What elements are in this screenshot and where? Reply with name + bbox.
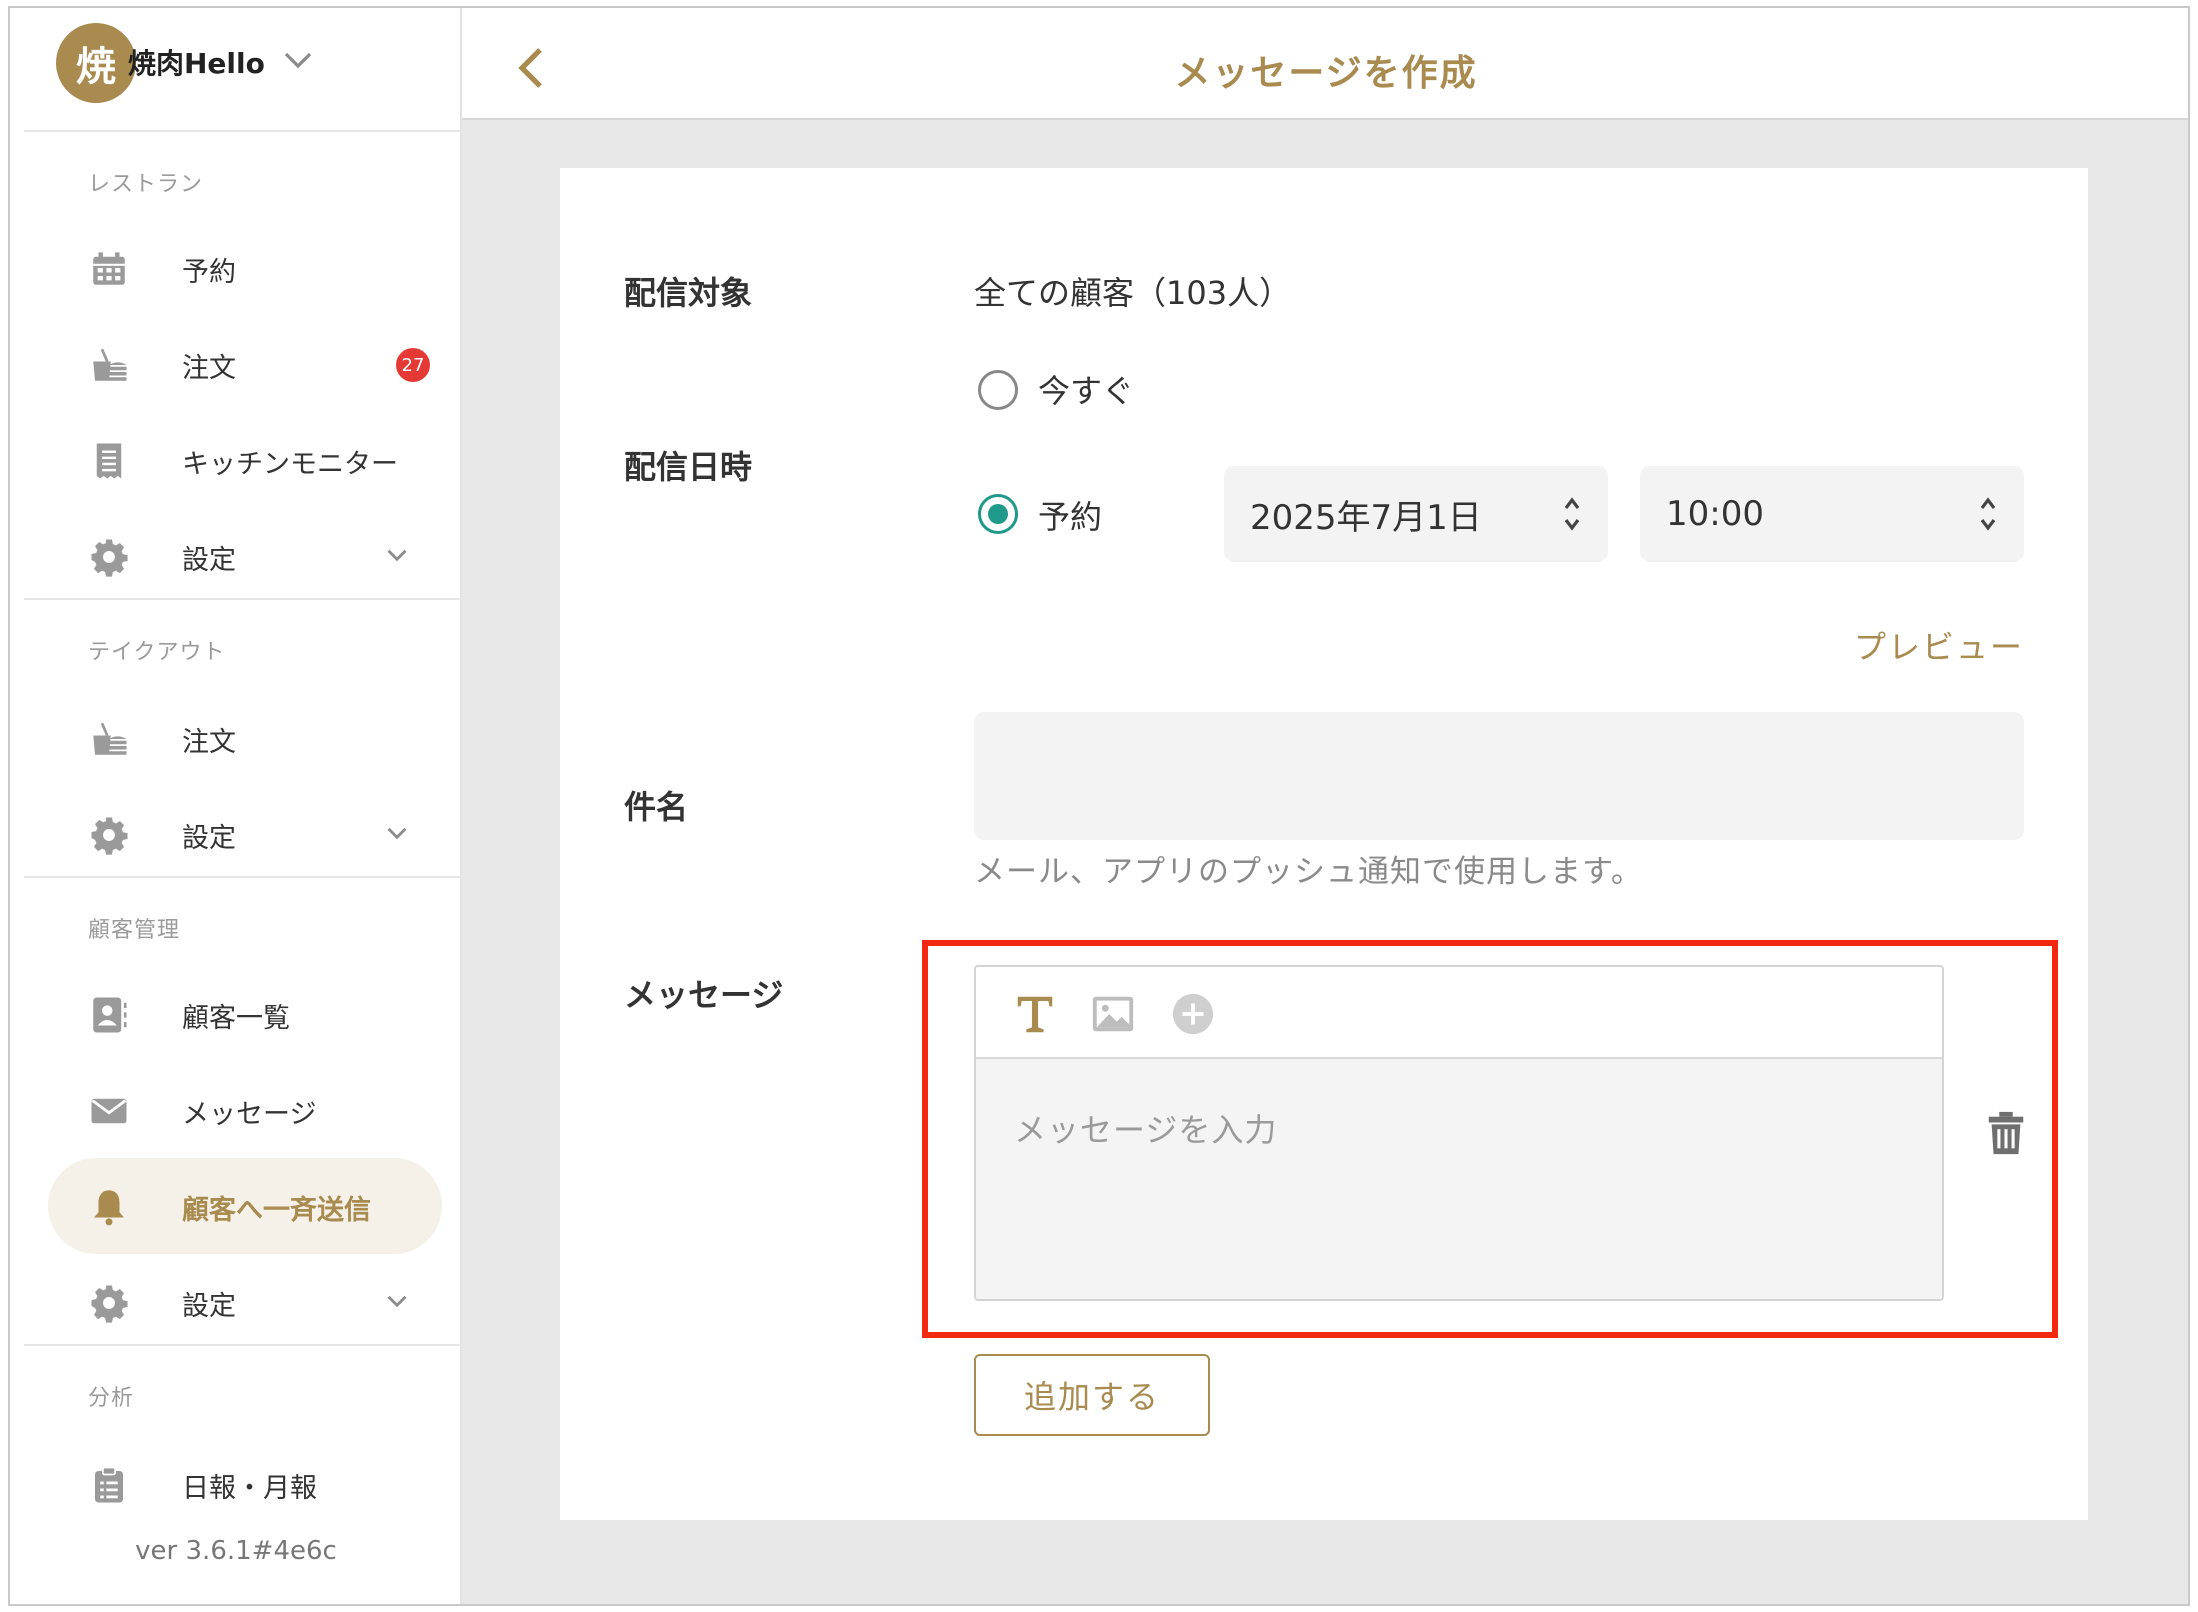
sidebar-item-takeout-order[interactable]: 注文: [48, 690, 442, 786]
section-label-takeout: テイクアウト: [88, 640, 226, 665]
sidebar-item-label: メッセージ: [182, 1099, 317, 1130]
add-circle-icon[interactable]: [1170, 991, 1216, 1037]
date-select[interactable]: 2025年7月1日: [1224, 466, 1608, 562]
sidebar: 焼 焼肉Hello レストラン 予約 注文 27 キッチンモニター 設定 テイク…: [10, 8, 462, 1604]
divider: [24, 1344, 462, 1346]
sidebar-item-order[interactable]: 注文 27: [48, 316, 442, 412]
sidebar-item-label: 設定: [182, 1291, 236, 1322]
gear-icon: [91, 539, 128, 577]
envelope-icon: [91, 1098, 127, 1124]
page-title: メッセージを作成: [1174, 53, 1478, 94]
sidebar-item-label: 設定: [182, 823, 236, 854]
text-format-icon[interactable]: [1012, 991, 1058, 1037]
sidebar-item-settings-takeout[interactable]: 設定: [48, 786, 442, 882]
bell-icon: [94, 1190, 124, 1226]
field-label-target: 配信対象: [624, 274, 753, 312]
sidebar-item-label: 注文: [182, 727, 236, 758]
takeout-food-icon: [93, 722, 127, 755]
field-label-subject: 件名: [624, 788, 689, 826]
radio-now[interactable]: [978, 370, 1018, 410]
sidebar-item-label: 設定: [182, 545, 236, 576]
chevron-down-icon: [387, 549, 407, 562]
time-select-value: 10:00: [1666, 494, 1764, 534]
sidebar-item-messages[interactable]: メッセージ: [48, 1062, 442, 1158]
chevron-down-icon: [387, 827, 407, 840]
sidebar-item-label: 顧客へ一斉送信: [182, 1195, 371, 1226]
target-value: 全ての顧客（103人）: [974, 274, 1292, 312]
message-form-card: 配信対象 全ての顧客（103人） 配信日時 今すぐ 予約 2025年7月1日 1…: [560, 168, 2088, 1520]
sidebar-item-label: 予約: [182, 257, 236, 288]
calendar-icon: [93, 252, 125, 285]
sidebar-item-customer-list[interactable]: 顧客一覧: [48, 966, 442, 1062]
select-arrows-icon: [1980, 497, 1996, 531]
time-select[interactable]: 10:00: [1640, 466, 2024, 562]
sidebar-item-settings-restaurant[interactable]: 設定: [48, 508, 442, 604]
sidebar-item-reservation[interactable]: 予約: [48, 220, 442, 316]
sidebar-item-kitchen-monitor[interactable]: キッチンモニター: [48, 412, 442, 508]
sidebar-item-broadcast[interactable]: 顧客へ一斉送信: [48, 1158, 442, 1254]
editor-toolbar: [976, 967, 1942, 1059]
sidebar-item-reports[interactable]: 日報・月報: [48, 1436, 442, 1532]
receipt-icon: [96, 443, 122, 479]
clipboard-icon: [95, 1466, 123, 1503]
subject-input[interactable]: [974, 712, 2024, 840]
app-window: 焼 焼肉Hello レストラン 予約 注文 27 キッチンモニター 設定 テイク…: [8, 6, 2190, 1606]
gear-icon: [91, 817, 128, 855]
shop-switcher[interactable]: 焼 焼肉Hello: [24, 8, 462, 132]
main-content: メッセージを作成 配信対象 全ての顧客（103人） 配信日時 今すぐ 予約 20…: [462, 8, 2188, 1604]
sidebar-item-label: キッチンモニター: [182, 449, 398, 480]
divider: [24, 598, 462, 600]
date-select-value: 2025年7月1日: [1250, 497, 1482, 538]
section-label-restaurant: レストラン: [88, 172, 204, 197]
contact-card-icon: [93, 997, 127, 1033]
section-label-analytics: 分析: [88, 1386, 135, 1411]
select-arrows-icon: [1564, 497, 1580, 531]
message-textarea[interactable]: メッセージを入力: [976, 1059, 1942, 1299]
chevron-down-icon: [387, 1295, 407, 1308]
takeout-food-icon: [93, 348, 127, 381]
top-bar: メッセージを作成: [462, 8, 2188, 120]
order-count-badge: 27: [396, 348, 430, 382]
field-label-message: メッセージ: [624, 976, 784, 1014]
sidebar-item-label: 注文: [182, 353, 236, 384]
add-button[interactable]: 追加する: [974, 1354, 1210, 1436]
field-label-datetime: 配信日時: [624, 448, 753, 486]
shop-name: 焼肉Hello: [128, 47, 265, 80]
message-placeholder: メッセージを入力: [1014, 1111, 1278, 1149]
radio-scheduled-label[interactable]: 予約: [1038, 492, 1102, 538]
image-icon[interactable]: [1090, 991, 1136, 1037]
sidebar-item-settings-customer[interactable]: 設定: [48, 1254, 442, 1350]
divider: [24, 876, 462, 878]
trash-icon[interactable]: [1986, 1110, 2026, 1156]
radio-scheduled[interactable]: [978, 494, 1018, 534]
shop-avatar: 焼: [56, 23, 136, 103]
gear-icon: [91, 1285, 128, 1323]
preview-link[interactable]: プレビュー: [1854, 622, 2024, 668]
chevron-down-icon[interactable]: [280, 42, 316, 78]
sidebar-item-label: 顧客一覧: [182, 1003, 290, 1034]
subject-hint: メール、アプリのプッシュ通知で使用します。: [974, 854, 1643, 890]
section-label-customer: 顧客管理: [88, 918, 181, 943]
app-version: ver 3.6.1#4e6c: [135, 1536, 337, 1566]
sidebar-item-label: 日報・月報: [182, 1473, 317, 1504]
message-editor: メッセージを入力: [974, 965, 1944, 1301]
radio-now-label[interactable]: 今すぐ: [1038, 366, 1134, 412]
